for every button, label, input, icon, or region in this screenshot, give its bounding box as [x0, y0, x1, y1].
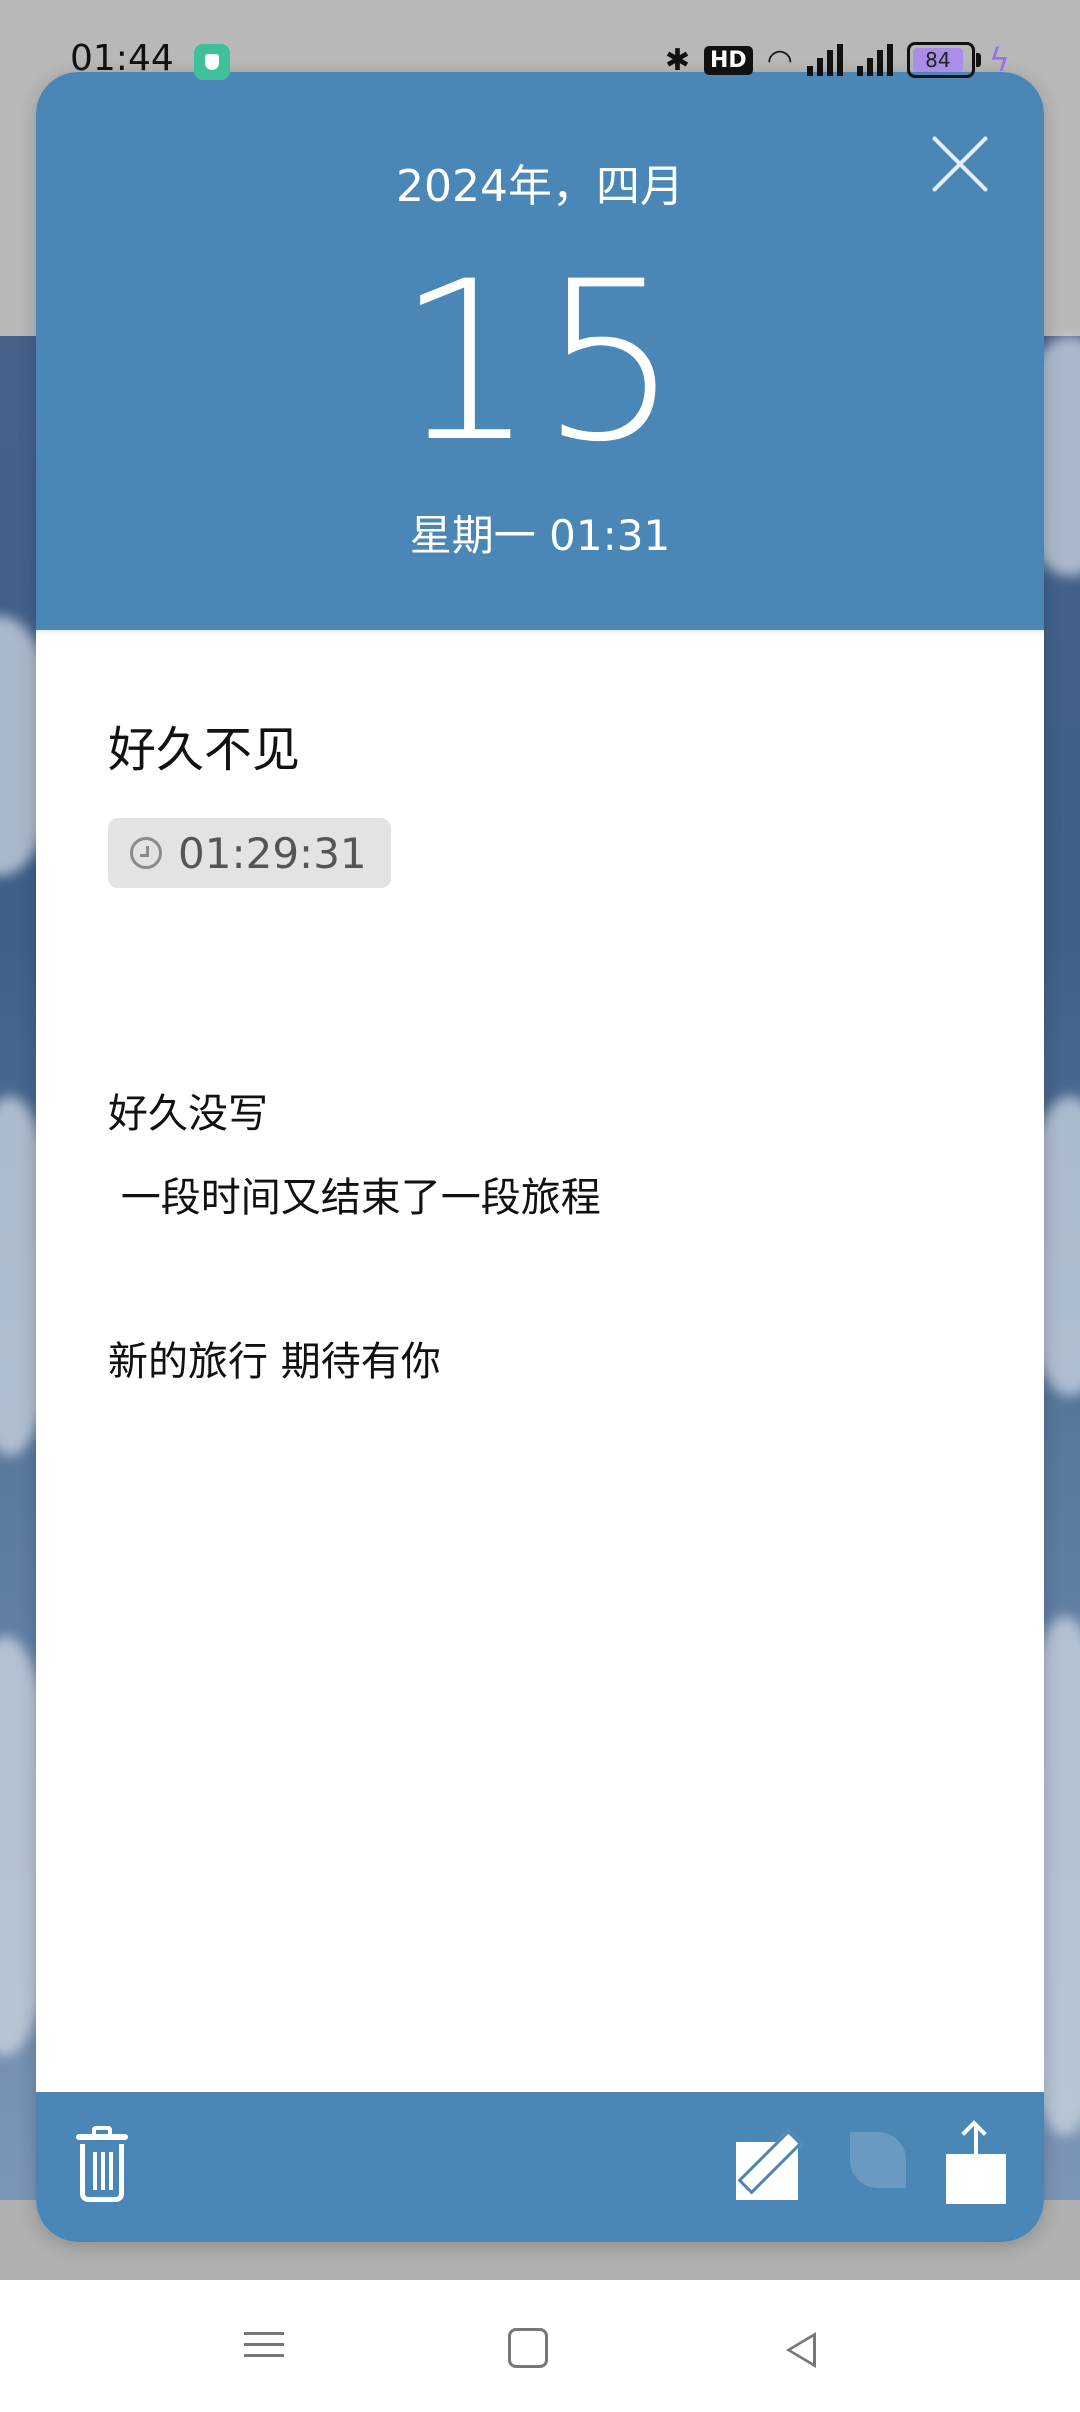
entry-title: 好久不见	[108, 722, 301, 778]
entry-timestamp: 01:29:31	[178, 828, 367, 878]
security-shield-icon	[194, 44, 230, 80]
share-icon[interactable]	[946, 2126, 1008, 2206]
edit-icon[interactable]	[736, 2126, 806, 2206]
leaf-icon[interactable]	[844, 2126, 914, 2206]
status-bar: 01:44 ✱ HD ◠ 84 ϟ	[0, 0, 1080, 120]
entry-body: 好久没写 一段时间又结束了一段旅程 新的旅行 期待有你	[108, 1072, 601, 1404]
entry-time-chip: 01:29:31	[108, 818, 391, 888]
entry-body-line: 新的旅行 期待有你	[108, 1339, 441, 1385]
charging-icon: ϟ	[988, 41, 1010, 79]
battery-icon: 84	[906, 42, 981, 78]
signal-icon-2	[856, 44, 893, 76]
weekday-time-label: 星期一 01:31	[409, 511, 671, 560]
system-nav-bar	[0, 2280, 1080, 2412]
entry-content: 好久不见 01:29:31 好久没写 一段时间又结束了一段旅程 新的旅行 期待有…	[36, 630, 1044, 2092]
diary-entry-dialog: 2024年，四月 15 星期一 01:31 好久不见 01:29:31 好久没写…	[36, 72, 1044, 2242]
year-month-label: 2024年，四月	[396, 161, 684, 212]
close-icon[interactable]	[928, 132, 992, 196]
clock-icon	[130, 837, 162, 869]
wifi-icon: ◠	[766, 42, 793, 78]
day-number: 15	[396, 234, 684, 490]
entry-body-line	[108, 1240, 601, 1320]
battery-level: 84	[912, 48, 963, 72]
home-icon[interactable]	[508, 2328, 548, 2368]
trash-icon[interactable]	[72, 2126, 136, 2206]
entry-body-line: 一段时间又结束了一段旅程	[108, 1175, 601, 1221]
back-icon[interactable]	[778, 2324, 826, 2372]
signal-icon	[806, 44, 843, 76]
hd-badge: HD	[704, 45, 753, 75]
menu-icon[interactable]	[240, 2324, 288, 2372]
status-time: 01:44	[70, 38, 174, 79]
status-icons: ✱ HD ◠ 84 ϟ	[665, 40, 1010, 80]
date-header: 2024年，四月 15 星期一 01:31	[36, 72, 1044, 630]
bluetooth-icon: ✱	[664, 42, 691, 78]
entry-body-line: 好久没写	[108, 1091, 268, 1137]
action-toolbar	[36, 2092, 1044, 2242]
